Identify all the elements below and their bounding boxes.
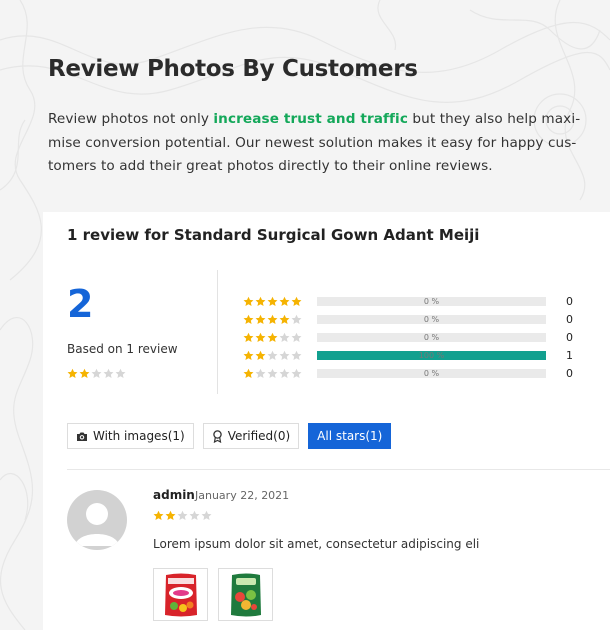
review-photos [153,568,273,621]
review-text: Lorem ipsum dolor sit amet, consectetur … [153,537,480,551]
rating-bar-count: 0 [566,367,573,381]
rating-breakdown: 0 % 0 0 % 0 0 % 0 100 % 1 0 % 0 [243,292,583,383]
star-empty-icon [91,368,102,379]
star-filled-icon [267,332,278,343]
filter-all-stars-button[interactable]: All stars(1) [308,423,392,449]
summary-divider [217,270,218,394]
star-empty-icon [189,510,200,521]
rating-bar-count: 0 [566,330,573,344]
review-author: admin [153,488,195,502]
star-empty-icon [279,332,290,343]
star-filled-icon [255,314,266,324]
intro-highlight: increase trust and traffic [213,111,408,127]
star-empty-icon [255,369,266,379]
star-filled-icon [153,510,164,521]
filter-all-stars-label: All stars(1) [317,429,383,443]
star-empty-icon [291,369,302,379]
star-filled-icon [255,350,266,361]
intro-paragraph: Review photos not only increase trust an… [48,108,588,179]
rating-row-stars [243,332,317,343]
intro-text-start: Review photos not only [48,111,214,127]
star-filled-icon [255,296,266,306]
review-photo-thumbnail[interactable] [218,568,273,621]
star-filled-icon [291,296,302,306]
rating-bar-track: 0 % [317,296,546,306]
review-filters: With images(1) Verified(0) All stars(1) [67,423,392,449]
green-snack-pack-photo [230,573,261,616]
star-empty-icon [279,369,290,379]
rating-bar-count: 1 [566,349,573,363]
rating-row-1-star[interactable]: 0 % 0 [243,365,583,383]
star-empty-icon [291,332,302,343]
star-filled-icon [165,510,176,521]
star-filled-icon [279,314,290,324]
star-empty-icon [279,350,290,361]
rating-row-stars [243,350,317,361]
filter-with-images-button[interactable]: With images(1) [67,423,194,449]
star-empty-icon [115,368,126,379]
star-filled-icon [243,314,254,324]
page-title: Review Photos By Customers [48,56,418,82]
camera-icon [77,432,87,441]
rating-bar-count: 0 [566,312,573,326]
filters-divider [67,469,610,470]
star-empty-icon [267,350,278,361]
filter-with-images-label: With images(1) [93,429,185,443]
reviews-card: 1 review for Standard Surgical Gown Adan… [43,212,610,630]
rating-bar-percent: 100 % [418,351,445,361]
rating-bar-percent: 0 % [423,369,440,379]
rating-row-3-star[interactable]: 0 % 0 [243,328,583,346]
star-filled-icon [267,296,278,306]
filter-verified-button[interactable]: Verified(0) [202,423,300,449]
rating-bar-count: 0 [566,294,573,308]
reviewer-avatar [67,490,127,550]
giggle-snack-pack-photo [164,573,197,616]
filter-verified-label: Verified(0) [227,429,291,443]
rating-row-5-star[interactable]: 0 % 0 [243,292,583,310]
star-empty-icon [177,510,188,521]
star-empty-icon [291,314,302,324]
star-filled-icon [267,314,278,324]
average-star-rating [67,368,126,379]
star-empty-icon [201,510,212,521]
avatar-placeholder-icon [75,503,119,546]
rating-bar-track: 0 % [317,369,546,379]
rating-bar-track: 0 % [317,332,546,342]
average-rating: 2 [67,282,94,326]
rating-bar-track: 100 % [317,351,546,361]
rating-bar-track: 0 % [317,314,546,324]
review-photo-thumbnail[interactable] [153,568,208,621]
rating-row-2-star[interactable]: 100 % 1 [243,347,583,365]
ribbon-badge-icon [212,429,222,443]
reviews-title: 1 review for Standard Surgical Gown Adan… [67,226,480,244]
rating-bar-percent: 0 % [423,296,440,306]
rating-bar-percent: 0 % [423,332,440,342]
star-filled-icon [79,368,90,379]
review-star-rating [153,510,212,521]
star-filled-icon [243,296,254,306]
review-date: January 22, 2021 [195,489,290,502]
hero-section: Review Photos By Customers Review photos… [48,56,588,179]
star-empty-icon [103,368,114,379]
star-empty-icon [291,350,302,361]
rating-row-stars [243,368,317,379]
star-empty-icon [267,369,278,379]
star-filled-icon [255,332,266,343]
star-filled-icon [279,296,290,306]
star-filled-icon [243,369,254,379]
based-on-label: Based on 1 review [67,342,178,356]
rating-row-stars [243,314,317,325]
star-filled-icon [243,332,254,343]
rating-bar-percent: 0 % [423,314,440,324]
star-filled-icon [243,350,254,361]
rating-row-stars [243,296,317,307]
star-filled-icon [67,368,78,379]
rating-row-4-star[interactable]: 0 % 0 [243,310,583,328]
